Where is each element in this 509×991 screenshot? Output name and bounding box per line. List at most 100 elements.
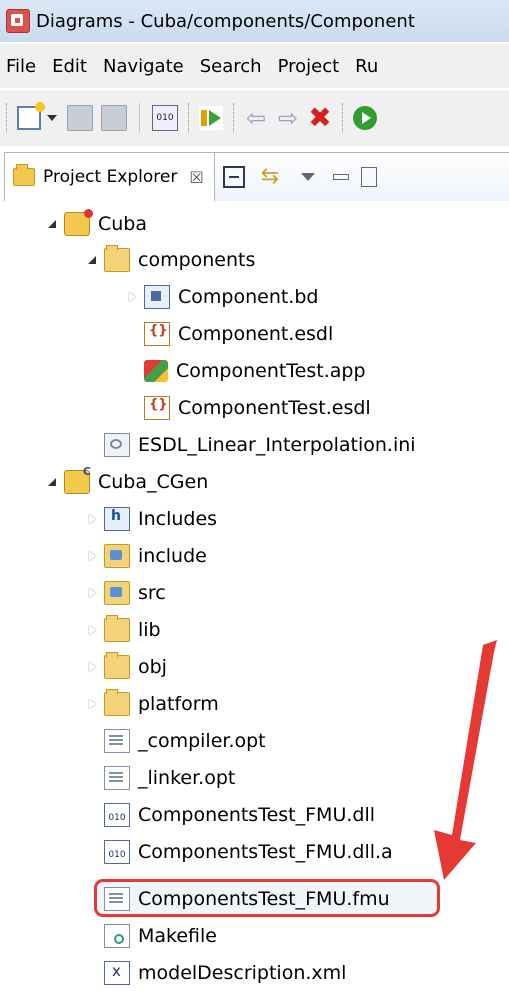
collapsed-twisty-icon[interactable]: [124, 289, 140, 305]
folder-icon: [104, 689, 130, 716]
expanded-twisty-icon[interactable]: [84, 252, 100, 268]
tree-item-label: modelDescription.xml: [138, 962, 347, 984]
collapse-all-icon[interactable]: [222, 166, 245, 188]
tree-item-components[interactable]: components: [84, 242, 255, 278]
tree-item-label: Cuba_CGen: [98, 471, 209, 493]
new-dropdown-arrow-icon[interactable]: [47, 115, 57, 121]
toolbar-grip[interactable]: [188, 103, 191, 133]
project-icon: [64, 209, 93, 236]
tree-item-label: ComponentsTest_FMU.dll: [138, 804, 376, 826]
tree-item-componenttest-esdl[interactable]: ComponentTest.esdl: [144, 390, 371, 426]
tree-item-platform[interactable]: platform: [84, 686, 219, 722]
tree-item-label: src: [138, 582, 166, 604]
tree-item-label: ComponentsTest_FMU.dll.a: [138, 841, 393, 863]
tree-item-label: lib: [138, 619, 161, 641]
toolbar-grip[interactable]: [342, 103, 345, 133]
makefile-icon: [104, 924, 130, 948]
menu-search[interactable]: Search: [192, 56, 270, 77]
stop-icon[interactable]: ✖: [308, 104, 332, 132]
tree-item-compiler-opt[interactable]: _compiler.opt: [104, 723, 266, 759]
tree-item-componenttest-app[interactable]: ComponentTest.app: [144, 353, 366, 389]
tree-item-label: ESDL_Linear_Interpolation.ini: [138, 434, 416, 456]
source-folder-icon: [104, 581, 130, 605]
minimize-icon[interactable]: [332, 174, 349, 180]
tree-item-makefile[interactable]: Makefile: [104, 918, 217, 954]
tree-item-label: obj: [138, 656, 167, 678]
run-icon[interactable]: [199, 106, 223, 130]
collapsed-twisty-icon[interactable]: [84, 511, 100, 527]
tree-item-fmu-dll-a[interactable]: 010 ComponentsTest_FMU.dll.a: [104, 834, 393, 870]
expanded-twisty-icon[interactable]: [44, 474, 60, 490]
folder-icon: [104, 245, 130, 272]
tree-item-label: ComponentsTest_FMU.fmu: [138, 888, 390, 910]
tree-item-label: _linker.opt: [138, 767, 236, 789]
xml-file-icon: [104, 961, 130, 985]
go-icon[interactable]: [353, 106, 377, 130]
tab-label: Project Explorer: [43, 167, 178, 187]
tree-item-includes[interactable]: Includes: [84, 501, 217, 537]
menu-navigate[interactable]: Navigate: [95, 56, 192, 77]
maximize-icon[interactable]: [360, 167, 377, 187]
block-diagram-icon: [144, 285, 170, 309]
tree-item-cuba[interactable]: Cuba: [44, 206, 147, 242]
expanded-twisty-icon[interactable]: [44, 216, 60, 232]
includes-icon: [104, 507, 130, 531]
tree-item-linker-opt[interactable]: _linker.opt: [104, 760, 235, 796]
folder-icon: [104, 615, 130, 642]
tree-item-lib[interactable]: lib: [84, 612, 161, 648]
close-icon[interactable]: ☒: [189, 168, 203, 187]
new-icon[interactable]: [17, 102, 45, 130]
tree-item-include[interactable]: include: [84, 538, 207, 574]
menu-project[interactable]: Project: [270, 56, 348, 77]
binary-icon[interactable]: 010: [152, 105, 178, 131]
tree-item-fmu-dll[interactable]: 010 ComponentsTest_FMU.dll: [104, 797, 375, 833]
link-with-editor-icon[interactable]: ⇆: [261, 166, 283, 188]
view-menu-icon[interactable]: [300, 173, 315, 181]
tree-item-label: include: [138, 545, 207, 567]
tree-item-cuba-cgen[interactable]: Cuba_CGen: [44, 464, 208, 500]
annotation-arrow-shaft: [434, 640, 497, 880]
tree-item-component-bd[interactable]: Component.bd: [124, 279, 318, 315]
toolbar-grip[interactable]: [6, 103, 9, 133]
esdl-file-icon: [144, 322, 170, 346]
tree-item-label: ComponentTest.app: [176, 360, 366, 382]
text-file-icon: [104, 887, 130, 911]
binary-file-icon: 010: [104, 840, 130, 864]
save-all-icon[interactable]: [101, 105, 127, 131]
menu-run[interactable]: Ru: [347, 56, 386, 77]
tree-item-obj[interactable]: obj: [84, 649, 167, 685]
tree-item-label: Includes: [138, 508, 218, 530]
folder-icon: [104, 652, 130, 679]
tree-item-src[interactable]: src: [84, 575, 166, 611]
menu-edit[interactable]: Edit: [44, 56, 95, 77]
undo-icon[interactable]: ⇦: [244, 106, 268, 130]
tree-item-esdl-linear-interpolation-ini[interactable]: ESDL_Linear_Interpolation.ini: [104, 427, 416, 463]
text-file-icon: [104, 766, 130, 790]
ini-file-icon: [104, 433, 130, 457]
title-bar: Diagrams - Cuba/components/Component: [0, 0, 509, 42]
save-icon[interactable]: [67, 105, 93, 131]
project-explorer-header: Project Explorer ☒ ⇆: [4, 152, 509, 201]
tree-item-label: Component.bd: [178, 286, 319, 308]
esdl-file-icon: [144, 396, 170, 420]
collapsed-twisty-icon[interactable]: [84, 659, 100, 675]
tab-project-explorer[interactable]: Project Explorer ☒: [5, 153, 215, 201]
toolbar-grip[interactable]: [233, 103, 236, 133]
tree-item-label: Makefile: [138, 925, 217, 947]
collapsed-twisty-icon[interactable]: [84, 696, 100, 712]
toolbar: 010 ⇦ ⇨ ✖: [0, 90, 509, 146]
toolbar-separator: [139, 103, 140, 133]
tree-item-fmu[interactable]: ComponentsTest_FMU.fmu: [104, 881, 390, 917]
tree-item-label: Component.esdl: [178, 323, 334, 345]
app-file-icon: [144, 360, 168, 382]
collapsed-twisty-icon[interactable]: [84, 622, 100, 638]
redo-icon[interactable]: ⇨: [276, 106, 300, 130]
collapsed-twisty-icon[interactable]: [84, 548, 100, 564]
collapsed-twisty-icon[interactable]: [84, 585, 100, 601]
menu-file[interactable]: File: [0, 56, 44, 77]
tree-item-label: components: [138, 249, 256, 271]
source-folder-icon: [104, 544, 130, 568]
tree-item-model-description-xml[interactable]: modelDescription.xml: [104, 955, 346, 991]
tree-item-component-esdl[interactable]: Component.esdl: [144, 316, 333, 352]
window-title: Diagrams - Cuba/components/Component: [36, 10, 415, 32]
